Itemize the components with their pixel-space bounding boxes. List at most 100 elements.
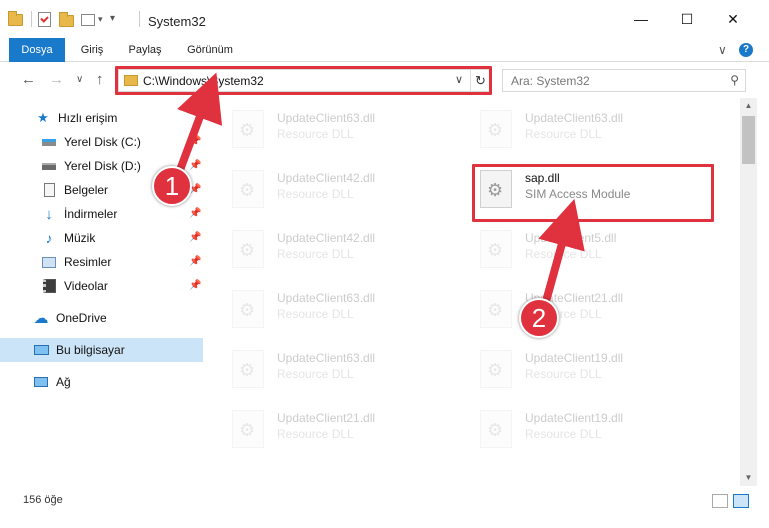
file-item[interactable]: UpdateClient63.dll Resource DLL [207,281,447,337]
file-name: UpdateClient63.dll [277,291,376,305]
search-input[interactable]: Ara: System32 [511,74,590,88]
file-item[interactable]: UpdateClient21.dll Resource DLL [207,401,447,457]
tab-home[interactable]: Giriş [72,38,112,62]
file-name: UpdateClient19.dll [525,411,624,425]
forward-button[interactable]: → [49,71,64,88]
file-name: UpdateClient42.dll [277,231,376,245]
pin-icon[interactable]: 📌 [189,136,201,147]
help-icon[interactable]: ? [739,43,753,57]
videos-icon [41,279,57,293]
dll-file-icon [480,410,512,448]
dll-file-icon [232,110,264,148]
sidebar-item-label: Yerel Disk (C:) [64,135,141,149]
music-icon: ♪ [45,230,53,246]
file-list: UpdateClient63.dll Resource DLL UpdateCl… [207,98,740,486]
file-item[interactable]: UpdateClient63.dll Resource DLL [455,101,695,157]
file-name: UpdateClient63.dll [525,111,624,125]
file-description: Resource DLL [525,127,602,141]
pin-icon[interactable]: 📌 [189,256,201,267]
file-name: UpdateClient21.dll [277,411,376,425]
step-badge-2: 2 [519,298,559,338]
file-item[interactable]: UpdateClient63.dll Resource DLL [207,101,447,157]
file-item[interactable]: UpdateClient63.dll Resource DLL [207,341,447,397]
file-description: Resource DLL [277,427,354,441]
recent-locations-button[interactable]: ∨ [76,74,83,85]
search-icon: ⚲ [730,73,739,87]
file-item[interactable]: UpdateClient5.dll Resource DLL [455,221,695,277]
file-item[interactable]: UpdateClient19.dll Resource DLL [455,341,695,397]
dropdown-icon[interactable]: ▾ [98,14,103,25]
address-highlight [115,66,492,95]
dll-file-icon [232,230,264,268]
file-description: Resource DLL [525,427,602,441]
file-description: Resource DLL [525,247,602,261]
navigation-bar: ← → ∨ ↑ C:\Windows\System32 ∨ ↻ Ara: Sys… [0,62,769,98]
file-item[interactable]: UpdateClient42.dll Resource DLL [207,161,447,217]
customize-qa-icon[interactable]: ▾ [110,13,115,24]
pin-icon[interactable]: 📌 [189,160,201,171]
close-button[interactable]: ✕ [720,8,746,30]
search-box[interactable]: Ara: System32 ⚲ [502,69,746,92]
sidebar-item-label: OneDrive [56,311,107,325]
file-description: Resource DLL [277,187,354,201]
file-item[interactable]: UpdateClient19.dll Resource DLL [455,401,695,457]
pin-icon[interactable]: 📌 [189,232,201,243]
up-button[interactable]: ↑ [96,71,104,88]
new-folder-icon[interactable] [59,12,74,27]
tab-share[interactable]: Paylaş [121,38,169,62]
sidebar-item-label: Videolar [64,279,108,293]
sidebar-item-label: Hızlı erişim [58,111,118,125]
sidebar-item-label: Ağ [56,375,71,389]
file-name: UpdateClient5.dll [525,231,617,245]
cloud-icon: ☁ [33,310,49,327]
sidebar-item-label: Belgeler [64,183,109,197]
ribbon-tabs: Dosya Giriş Paylaş Görünüm ∨ [0,38,769,62]
file-item[interactable]: UpdateClient21.dll Resource DLL [455,281,695,337]
sidebar-item-network[interactable]: Ağ [0,370,203,394]
status-bar: 156 öğe [0,486,769,528]
file-name: UpdateClient42.dll [277,171,376,185]
documents-icon [41,183,57,197]
sidebar-item-videos[interactable]: Videolar [0,274,203,298]
file-description: Resource DLL [277,367,354,381]
tab-view[interactable]: Görünüm [178,38,242,62]
sidebar-item-this-pc[interactable]: Bu bilgisayar [0,338,203,362]
sidebar-item-pictures[interactable]: Resimler [0,250,203,274]
sidebar-item-label: Resimler [64,255,112,269]
details-view-icon[interactable] [712,494,728,508]
sidebar-item-music[interactable]: ♪ Müzik [0,226,203,250]
view-options-icon[interactable] [81,14,95,26]
scroll-thumb[interactable] [742,116,755,164]
scroll-down-icon[interactable]: ▼ [740,470,757,486]
sidebar-item-label: Müzik [64,231,96,245]
expand-ribbon-icon[interactable]: ∨ [718,43,727,57]
file-item[interactable]: UpdateClient42.dll Resource DLL [207,221,447,277]
properties-icon[interactable] [38,12,51,27]
dll-file-icon [232,350,264,388]
scroll-up-icon[interactable]: ▲ [740,98,757,114]
item-count: 156 öğe [23,494,63,506]
file-description: Resource DLL [525,367,602,381]
back-button[interactable]: ← [21,71,36,88]
pictures-icon [41,255,57,269]
folder-icon [8,11,23,26]
tab-file[interactable]: Dosya [9,38,65,62]
minimize-button[interactable]: — [628,8,654,30]
large-icons-view-icon[interactable] [733,494,749,508]
sidebar-item-onedrive[interactable]: ☁ OneDrive [0,306,203,330]
pin-icon[interactable]: 📌 [189,280,201,291]
dll-file-icon [232,170,264,208]
sidebar-item-quick-access[interactable]: ★ Hızlı erişim [0,106,203,130]
pin-icon[interactable]: 📌 [189,208,201,219]
download-icon: ↓ [45,205,53,223]
vertical-scrollbar[interactable]: ▲ ▼ [740,98,757,486]
dll-file-icon [232,410,264,448]
file-description: Resource DLL [277,307,354,321]
dll-file-icon [480,290,512,328]
computer-icon [33,343,49,357]
step-badge-1: 1 [152,166,192,206]
maximize-button[interactable]: ☐ [674,8,700,30]
file-description: Resource DLL [277,127,354,141]
sidebar-item-drive-c[interactable]: Yerel Disk (C:) [0,130,203,154]
dll-file-icon [480,110,512,148]
